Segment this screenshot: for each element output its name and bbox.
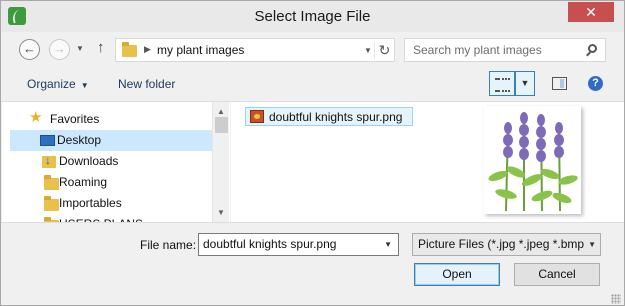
downloads-icon: [42, 153, 56, 168]
preview-pane-toggle-icon[interactable]: [552, 77, 567, 90]
plant-preview-image: [484, 106, 581, 214]
preview-pane: [467, 102, 624, 222]
file-item-selected[interactable]: doubtful knights spur.png: [245, 107, 413, 126]
file-list: doubtful knights spur.png: [231, 102, 467, 222]
folder-icon: [44, 175, 59, 190]
breadcrumb-separator-icon[interactable]: ▶: [144, 44, 151, 55]
close-button[interactable]: ✕: [568, 2, 614, 22]
select-image-dialog: Select Image File ✕ ← → ▼ ↑ ▶ my plant i…: [0, 0, 625, 306]
sidebar-item-label: Favorites: [50, 112, 100, 126]
desktop-icon: [40, 135, 55, 146]
chevron-down-icon[interactable]: ▼: [384, 240, 392, 249]
organize-label: Organize: [27, 77, 76, 91]
open-button[interactable]: Open: [414, 263, 500, 286]
file-name-value[interactable]: doubtful knights spur.png: [203, 237, 336, 251]
image-file-icon: [250, 110, 264, 123]
change-view-button[interactable]: [489, 71, 515, 96]
file-type-value: Picture Files (*.jpg *.jpeg *.bmp: [418, 237, 585, 251]
title-bar[interactable]: Select Image File ✕: [1, 1, 624, 32]
chevron-down-icon: ▼: [80, 81, 89, 90]
back-button[interactable]: ←: [19, 39, 40, 60]
search-icon[interactable]: [588, 44, 597, 53]
dialog-title: Select Image File: [254, 8, 371, 25]
resize-grip-icon[interactable]: [611, 294, 621, 304]
new-folder-button[interactable]: New folder: [118, 77, 175, 91]
folder-icon: [44, 196, 59, 211]
navigation-pane: ★ Favorites Desktop Downloads Roaming Im…: [2, 102, 230, 232]
sidebar-item-label: Desktop: [57, 133, 102, 147]
organize-menu-button[interactable]: Organize ▼: [27, 77, 89, 91]
scroll-up-arrow-icon[interactable]: ▲: [217, 107, 225, 116]
file-name-input[interactable]: doubtful knights spur.png ▼: [198, 233, 399, 256]
view-options-dropdown[interactable]: ▼: [515, 71, 535, 96]
up-folder-button[interactable]: ↑: [97, 39, 105, 56]
sidebar-item-label: Roaming: [59, 175, 108, 189]
address-dropdown-chevron-icon[interactable]: ▼: [364, 46, 372, 55]
sidebar-item-downloads[interactable]: Downloads: [12, 151, 212, 172]
search-placeholder: Search my plant images: [413, 43, 542, 57]
sidebar-item-label: Downloads: [59, 154, 119, 168]
star-icon: ★: [29, 109, 43, 126]
sidebar-item-label: Importables: [59, 196, 122, 210]
refresh-button[interactable]: ↻: [374, 42, 394, 59]
sidebar-item-roaming[interactable]: Roaming: [12, 172, 212, 193]
sidebar-item-importables[interactable]: Importables: [12, 193, 212, 214]
sidebar-item-favorites[interactable]: ★ Favorites: [12, 109, 212, 130]
file-name-label: File name:: [140, 238, 197, 252]
cancel-button[interactable]: Cancel: [514, 263, 600, 286]
scroll-down-arrow-icon[interactable]: ▼: [217, 208, 225, 217]
scrollbar-thumb[interactable]: [215, 117, 228, 133]
help-icon[interactable]: ?: [588, 76, 603, 91]
command-toolbar: Organize ▼ New folder ▼ ?: [1, 68, 624, 102]
sidebar-item-desktop[interactable]: Desktop: [10, 130, 212, 151]
search-input[interactable]: Search my plant images: [404, 38, 606, 62]
forward-button[interactable]: →: [49, 39, 70, 60]
navigation-scrollbar[interactable]: ▲ ▼: [212, 102, 229, 222]
address-bar[interactable]: ▶ my plant images ▼ ↻: [115, 38, 395, 62]
file-name-label: doubtful knights spur.png: [269, 110, 403, 124]
file-type-select[interactable]: Picture Files (*.jpg *.jpeg *.bmp ▼: [412, 233, 601, 256]
recent-locations-chevron-icon[interactable]: ▼: [76, 44, 84, 53]
chevron-down-icon[interactable]: ▼: [586, 240, 596, 249]
folder-icon: [122, 42, 137, 57]
breadcrumb-current-folder[interactable]: my plant images: [157, 43, 244, 57]
dialog-footer: File name: doubtful knights spur.png ▼ P…: [1, 222, 624, 305]
